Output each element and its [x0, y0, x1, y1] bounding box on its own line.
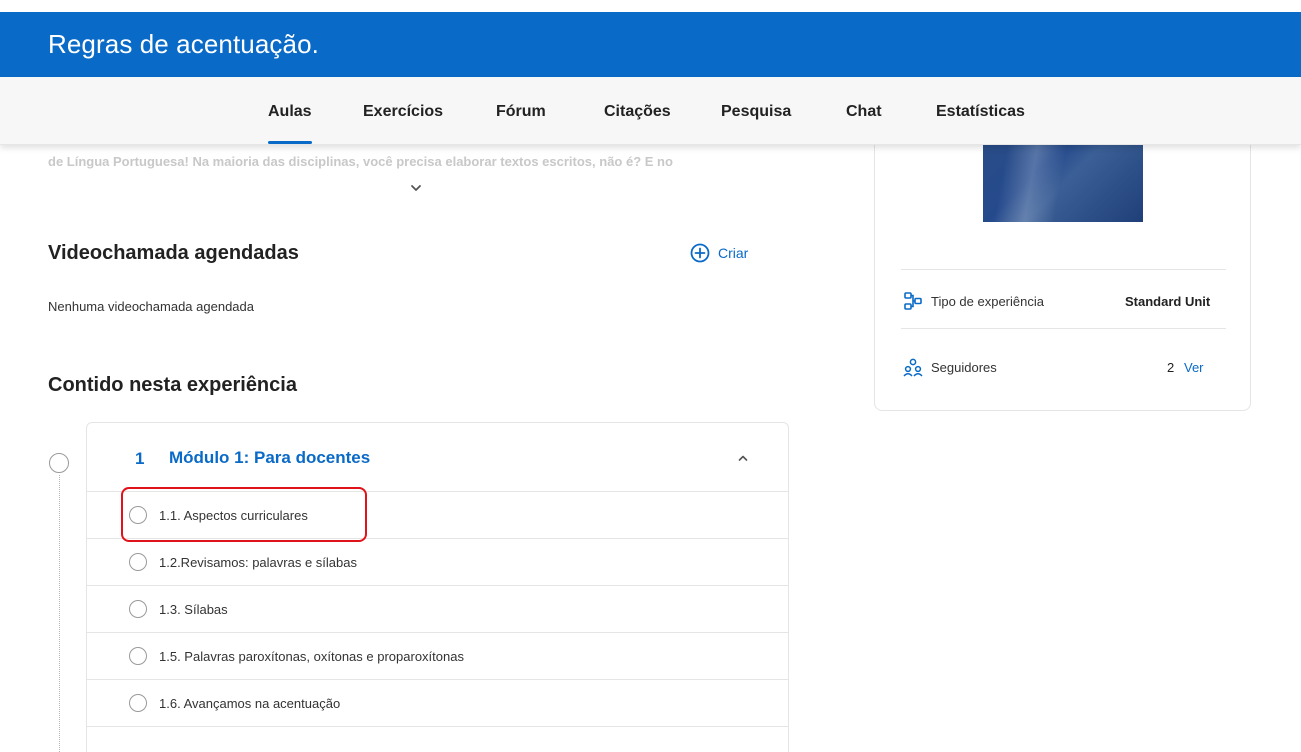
lesson-status-circle	[129, 647, 147, 665]
create-videocall-button[interactable]: Criar	[690, 243, 748, 263]
tab-chat[interactable]: Chat	[846, 103, 882, 121]
lesson-label: 1.2.Revisamos: palavras e sílabas	[159, 554, 357, 570]
experience-info-card: Tipo de experiência Standard Unit Seguid…	[874, 110, 1251, 411]
lesson-label: 1.5. Palavras paroxítonas, oxítonas e pr…	[159, 648, 464, 664]
view-followers-link[interactable]: Ver	[1184, 360, 1204, 375]
chevron-up-icon[interactable]	[735, 450, 751, 466]
followers-count: 2	[1167, 360, 1175, 375]
no-videocalls-text: Nenhuma videochamada agendada	[48, 299, 254, 314]
content-heading: Contido nesta experiência	[48, 374, 297, 396]
divider	[901, 269, 1226, 270]
description-text: de Língua Portuguesa! Na maioria das dis…	[48, 154, 673, 169]
experience-type-label: Tipo de experiência	[931, 293, 1044, 309]
followers-label: Seguidores	[931, 359, 997, 375]
module-header[interactable]: 1 Módulo 1: Para docentes	[87, 423, 788, 492]
page-title: Regras de acentuação.	[48, 29, 319, 59]
module-number: 1	[135, 449, 145, 468]
app-header: Regras de acentuação.	[0, 12, 1301, 77]
tab-exercicios[interactable]: Exercícios	[363, 103, 443, 121]
module-card: 1 Módulo 1: Para docentes 1.1. Aspectos …	[86, 422, 789, 752]
lesson-status-circle	[129, 553, 147, 571]
experience-type-row: Tipo de experiência	[903, 291, 1044, 311]
chevron-down-icon[interactable]	[408, 180, 424, 196]
lesson-item[interactable]: 1.5. Palavras paroxítonas, oxítonas e pr…	[87, 633, 788, 680]
videocalls-heading: Videochamada agendadas	[48, 242, 299, 264]
lesson-label: 1.3. Sílabas	[159, 601, 228, 617]
divider	[901, 328, 1226, 329]
plus-circle-icon	[690, 243, 710, 263]
lesson-item[interactable]: 1.6. Avançamos na acentuação	[87, 680, 788, 727]
followers-row: Seguidores	[903, 357, 997, 377]
lesson-label: 1.1. Aspectos curriculares	[159, 507, 308, 523]
lesson-label: 1.6. Avançamos na acentuação	[159, 695, 341, 711]
lesson-item[interactable]: 1.2.Revisamos: palavras e sílabas	[87, 539, 788, 586]
lesson-item[interactable]: 1.3. Sílabas	[87, 586, 788, 633]
tab-pesquisa[interactable]: Pesquisa	[721, 103, 791, 121]
module-status-circle	[49, 453, 69, 473]
create-label: Criar	[718, 245, 749, 261]
flow-icon	[904, 292, 922, 310]
tab-aulas[interactable]: Aulas	[268, 103, 312, 144]
lesson-item[interactable]: 1.1. Aspectos curriculares	[87, 492, 788, 539]
tab-forum[interactable]: Fórum	[496, 103, 546, 121]
tab-estatisticas[interactable]: Estatísticas	[936, 103, 1025, 121]
module-title[interactable]: Módulo 1: Para docentes	[169, 448, 370, 468]
lesson-status-circle	[129, 694, 147, 712]
followers-icon	[903, 358, 923, 377]
lesson-status-circle	[129, 506, 147, 524]
experience-type-value: Standard Unit	[1125, 294, 1211, 309]
timeline-line	[59, 475, 60, 752]
lesson-status-circle	[129, 600, 147, 618]
tab-bar: Aulas Exercícios Fórum Citações Pesquisa…	[0, 77, 1301, 145]
tab-citacoes[interactable]: Citações	[604, 103, 671, 121]
